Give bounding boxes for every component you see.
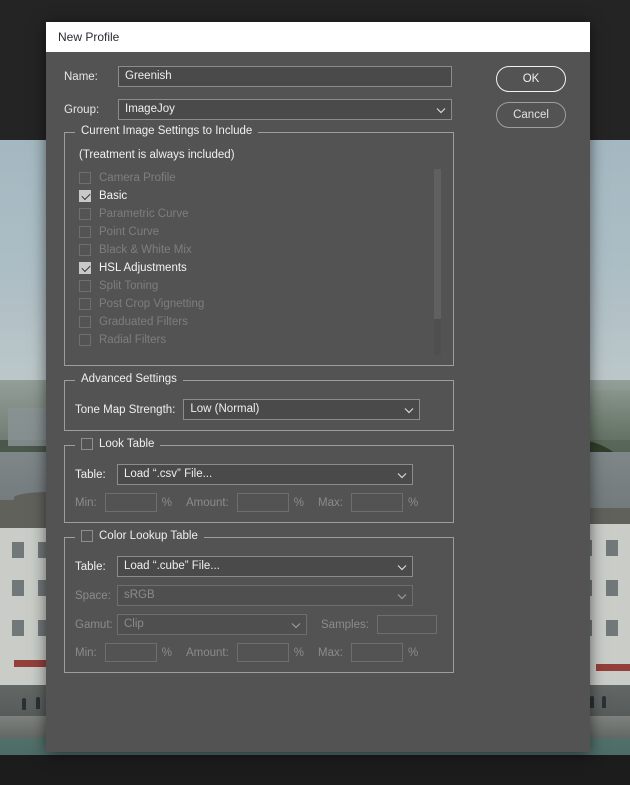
setting-label: Camera Profile <box>99 172 176 184</box>
tone-map-strength-label: Tone Map Strength: <box>75 403 176 416</box>
checkbox-parametric-curve[interactable] <box>79 208 91 220</box>
setting-basic[interactable]: Basic <box>75 187 443 205</box>
setting-label: Post Crop Vignetting <box>99 298 205 310</box>
checkbox-black-and-white-mix[interactable] <box>79 244 91 256</box>
app-chrome-bottom <box>0 755 630 785</box>
cancel-button[interactable]: Cancel <box>496 102 566 128</box>
setting-hsl-adjustments[interactable]: HSL Adjustments <box>75 259 443 277</box>
tone-map-strength-value: Low (Normal) <box>190 403 260 415</box>
look-table-title-area: Look Table <box>75 438 161 450</box>
group-value: ImageJoy <box>125 103 175 115</box>
setting-radial-filters[interactable]: Radial Filters <box>75 331 443 349</box>
tone-map-strength-dropdown[interactable]: Low (Normal) <box>183 399 421 420</box>
clut-samples-input[interactable] <box>376 615 437 634</box>
name-input[interactable]: Greenish <box>118 66 452 87</box>
chevron-down-icon <box>397 591 407 600</box>
checkbox-basic[interactable] <box>79 190 91 202</box>
color-lookup-table-title-area: Color Lookup Table <box>75 530 204 542</box>
look-table-max-input[interactable] <box>350 493 403 512</box>
advanced-settings-group: Advanced Settings Tone Map Strength: Low… <box>64 373 454 431</box>
look-table-max-label: Max: <box>318 496 343 509</box>
setting-label: Graduated Filters <box>99 316 188 328</box>
look-table-table-label: Table: <box>75 468 106 481</box>
clut-space-dropdown[interactable]: sRGB <box>117 585 413 606</box>
percent-symbol: % <box>407 496 419 509</box>
chevron-down-icon <box>397 562 407 571</box>
setting-label: Basic <box>99 190 128 202</box>
clut-space-label: Space: <box>75 589 111 602</box>
clut-amount-input[interactable] <box>236 643 289 662</box>
look-table-file-dropdown[interactable]: Load “.csv” File... <box>117 464 413 485</box>
setting-label: Black & White Mix <box>99 244 192 256</box>
checkbox-split-toning[interactable] <box>79 280 91 292</box>
checkbox-graduated-filters[interactable] <box>79 316 91 328</box>
clut-samples-label: Samples: <box>321 618 369 631</box>
dialog-title: New Profile <box>58 30 120 44</box>
dialog-titlebar: New Profile <box>46 22 590 52</box>
name-label: Name: <box>64 70 98 83</box>
checkbox-camera-profile[interactable] <box>79 172 91 184</box>
treatment-hint: (Treatment is always included) <box>79 149 235 161</box>
look-table-group: Look Table Table: Load “.csv” File... Mi… <box>64 438 454 523</box>
chevron-down-icon <box>404 405 414 414</box>
percent-symbol: % <box>161 496 172 509</box>
clut-min-input[interactable] <box>104 643 157 662</box>
setting-post-crop-vignetting[interactable]: Post Crop Vignetting <box>75 295 443 313</box>
clut-file-value: Load “.cube” File... <box>124 560 220 572</box>
clut-min-label: Min: <box>75 646 97 659</box>
new-profile-dialog: New Profile Name: Greenish Group: ImageJ… <box>46 22 590 752</box>
clut-gamut-label: Gamut: <box>75 618 113 631</box>
setting-split-toning[interactable]: Split Toning <box>75 277 443 295</box>
clut-max-label: Max: <box>318 646 343 659</box>
chevron-down-icon <box>291 620 301 629</box>
setting-graduated-filters[interactable]: Graduated Filters <box>75 313 443 331</box>
look-table-min-input[interactable] <box>104 493 157 512</box>
setting-parametric-curve[interactable]: Parametric Curve <box>75 205 443 223</box>
checkbox-look-table[interactable] <box>81 438 93 450</box>
setting-label: Point Curve <box>99 226 160 238</box>
group-dropdown[interactable]: ImageJoy <box>118 99 452 120</box>
checkbox-hsl-adjustments[interactable] <box>79 262 91 274</box>
clut-space-value: sRGB <box>124 589 155 601</box>
checkbox-point-curve[interactable] <box>79 226 91 238</box>
setting-camera-profile[interactable]: Camera Profile <box>75 169 443 187</box>
current-image-settings-group: Current Image Settings to Include (Treat… <box>64 125 454 366</box>
clut-table-label: Table: <box>75 560 106 573</box>
chevron-down-icon <box>436 105 446 114</box>
look-table-file-value: Load “.csv” File... <box>124 468 213 480</box>
dialog-buttons: OK Cancel <box>496 66 572 138</box>
setting-label: Split Toning <box>99 280 159 292</box>
setting-label: HSL Adjustments <box>99 262 187 274</box>
ok-button[interactable]: OK <box>496 66 566 92</box>
settings-list[interactable]: Camera Profile Basic Parametric Curve Po… <box>75 169 443 355</box>
percent-symbol: % <box>161 646 172 659</box>
chevron-down-icon <box>397 470 407 479</box>
color-lookup-table-group: Color Lookup Table Table: Load “.cube” F… <box>64 530 454 673</box>
advanced-settings-title: Advanced Settings <box>75 373 183 385</box>
setting-label: Parametric Curve <box>99 208 189 220</box>
clut-max-input[interactable] <box>350 643 403 662</box>
clut-amount-label: Amount: <box>185 646 229 659</box>
clut-file-dropdown[interactable]: Load “.cube” File... <box>117 556 413 577</box>
look-table-amount-input[interactable] <box>236 493 289 512</box>
look-table-title: Look Table <box>99 438 155 450</box>
look-table-amount-label: Amount: <box>185 496 229 509</box>
setting-black-and-white-mix[interactable]: Black & White Mix <box>75 241 443 259</box>
percent-symbol: % <box>293 496 305 509</box>
percent-symbol: % <box>293 646 305 659</box>
settings-list-scrollbar[interactable] <box>434 169 441 355</box>
scrollbar-thumb[interactable] <box>434 169 441 319</box>
setting-point-curve[interactable]: Point Curve <box>75 223 443 241</box>
checkbox-color-lookup-table[interactable] <box>81 530 93 542</box>
clut-gamut-value: Clip <box>124 618 144 630</box>
look-table-min-label: Min: <box>75 496 97 509</box>
group-label: Group: <box>64 103 100 116</box>
checkbox-post-crop-vignetting[interactable] <box>79 298 91 310</box>
checkbox-radial-filters[interactable] <box>79 334 91 346</box>
current-image-settings-title: Current Image Settings to Include <box>75 125 259 137</box>
percent-symbol: % <box>407 646 419 659</box>
clut-gamut-dropdown[interactable]: Clip <box>117 614 307 635</box>
color-lookup-table-title: Color Lookup Table <box>99 530 198 542</box>
setting-label: Radial Filters <box>99 334 167 346</box>
